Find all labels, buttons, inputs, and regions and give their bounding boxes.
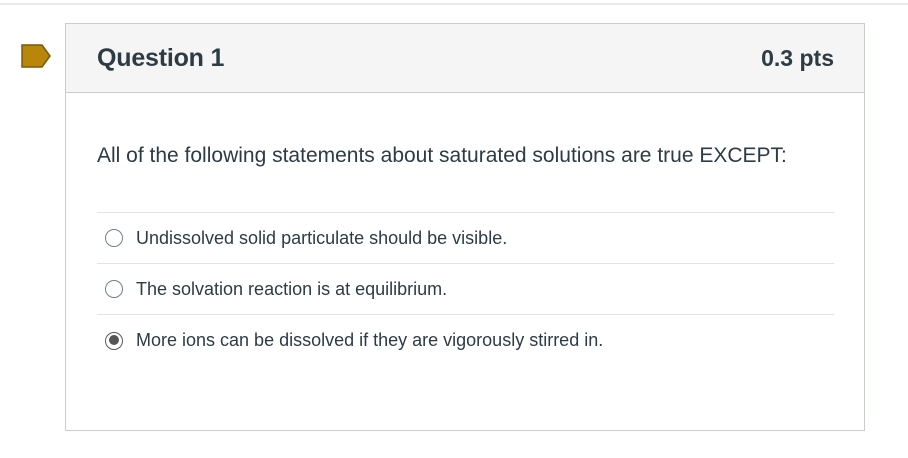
question-body: All of the following statements about sa… [66,93,864,366]
radio-button[interactable] [105,280,123,298]
answer-option-2[interactable]: The solvation reaction is at equilibrium… [97,264,834,315]
flag-question-icon[interactable] [20,43,52,69]
answer-label: More ions can be dissolved if they are v… [136,330,604,350]
answer-option-1[interactable]: Undissolved solid particulate should be … [97,213,834,264]
answer-list: Undissolved solid particulate should be … [97,212,834,366]
answer-label: The solvation reaction is at equilibrium… [136,278,448,299]
question-title: Question 1 [97,43,225,72]
question-card: Question 1 0.3 pts All of the following … [65,23,865,431]
radio-button-selected[interactable] [105,331,123,350]
radio-button[interactable] [105,229,123,247]
answer-option-3[interactable]: More ions can be dissolved if they are v… [97,315,834,366]
question-text: All of the following statements about sa… [97,144,787,167]
top-divider [0,3,908,5]
question-points: 0.3 pts [761,44,834,71]
question-header: Question 1 0.3 pts [66,24,864,93]
answer-label: Undissolved solid particulate should be … [136,227,508,248]
